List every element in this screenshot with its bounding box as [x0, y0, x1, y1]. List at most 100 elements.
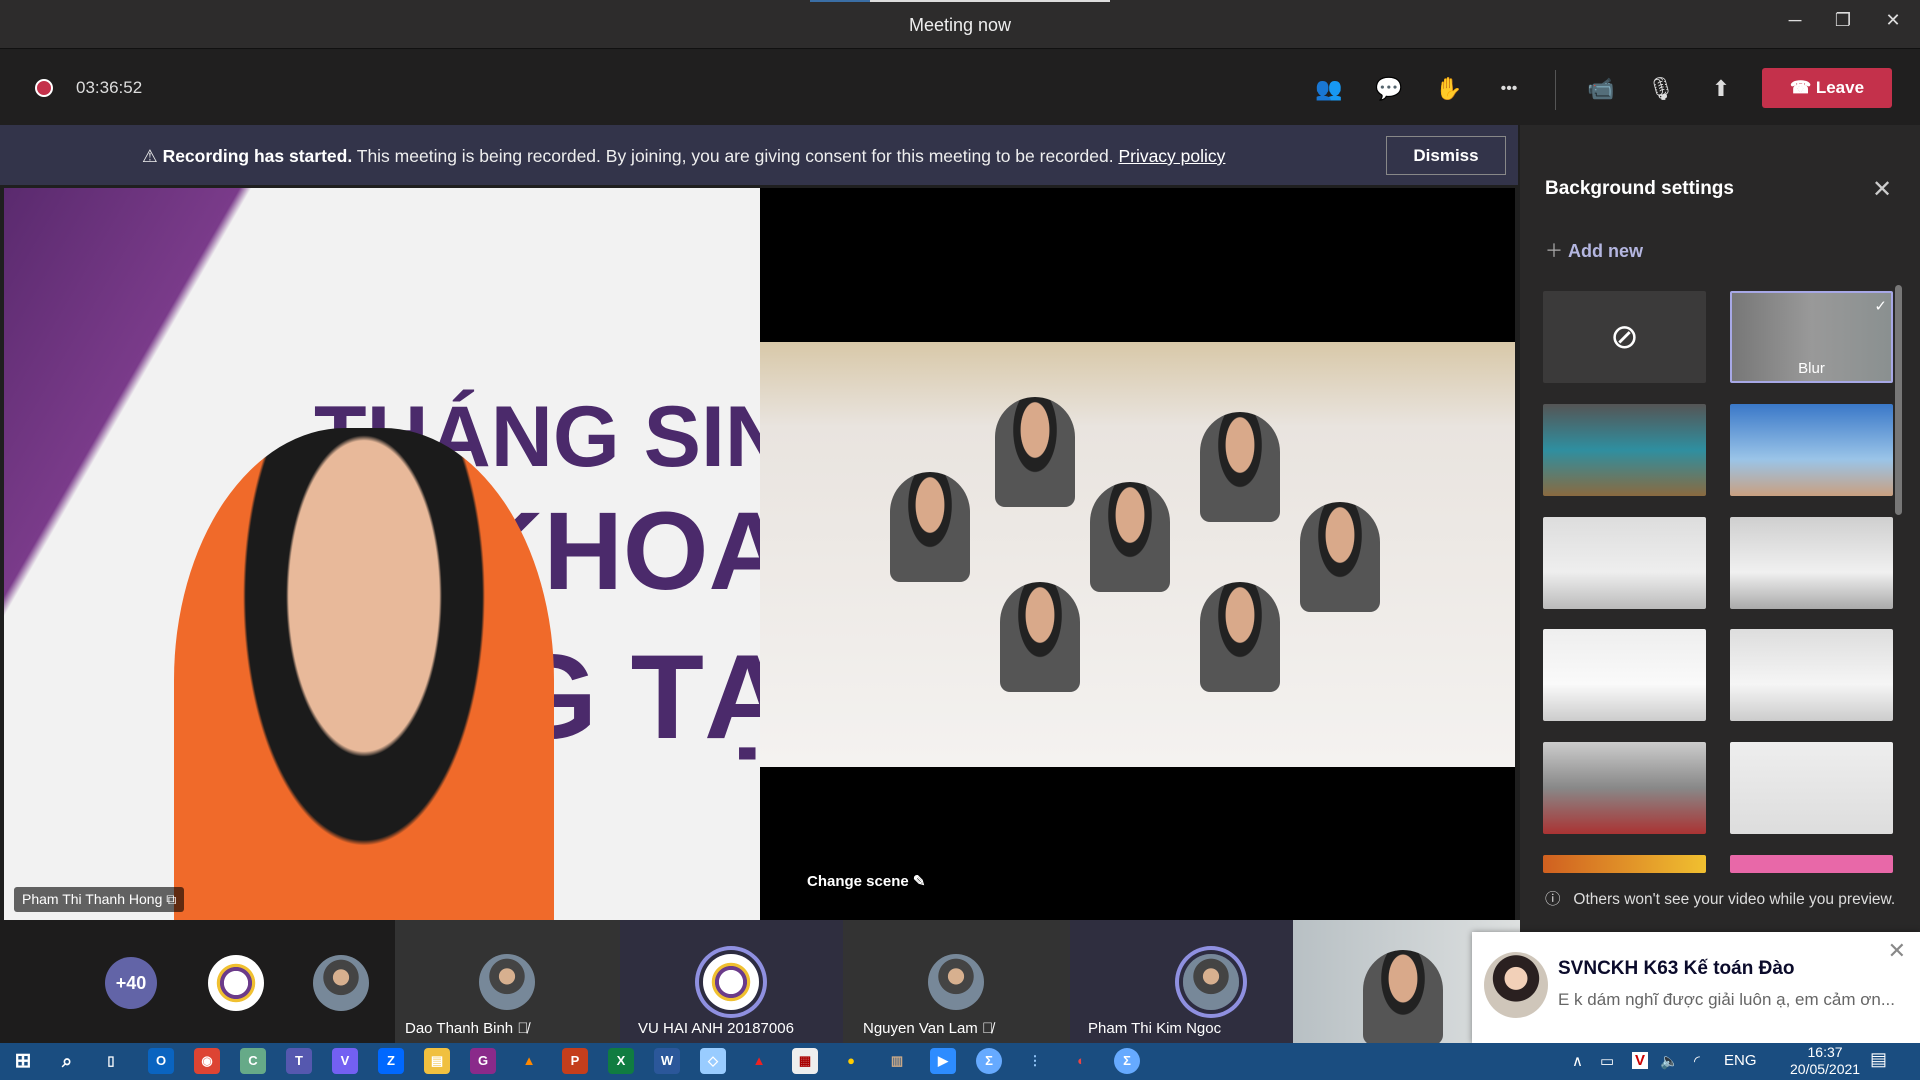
app-icon[interactable]: ◐ [1068, 1048, 1094, 1074]
more-icon[interactable]: ••• [1492, 72, 1526, 106]
wifi-icon[interactable]: ◜ [1694, 1052, 1700, 1070]
divider [1555, 70, 1556, 110]
library-icon[interactable]: ▥ [884, 1048, 910, 1074]
chrome-icon[interactable]: ◉ [194, 1048, 220, 1074]
avatar[interactable] [313, 955, 369, 1011]
together-mode-video[interactable]: Change scene ✎ [760, 188, 1515, 920]
file-explorer-icon[interactable]: ▤ [424, 1048, 450, 1074]
vlc-icon[interactable]: ▲ [516, 1048, 542, 1074]
pencil-icon: ✎ [912, 873, 926, 890]
task-view-icon[interactable]: ▯ [98, 1048, 124, 1074]
restore-button[interactable]: ❐ [1828, 10, 1858, 38]
outlook-icon[interactable]: O [148, 1048, 174, 1074]
check-icon: ✓ [1874, 298, 1887, 315]
reactions-icon[interactable]: ✋ [1432, 72, 1466, 106]
chat-notification-toast[interactable]: SVNCKH K63 Kế toán Đào E k dám nghĩ được… [1472, 932, 1920, 1043]
show-hidden-icons[interactable]: ∧ [1572, 1052, 1583, 1070]
avatar [928, 954, 984, 1010]
battery-icon[interactable]: ▭ [1600, 1052, 1614, 1070]
speaker-name: Pham Thi Thanh Hong [22, 891, 163, 907]
volume-icon[interactable]: 🔈 [1660, 1052, 1679, 1070]
more-participants-button[interactable]: +40 [105, 957, 157, 1009]
toast-message: E k dám nghĩ được giải luôn ạ, em cảm ơn… [1558, 990, 1895, 1009]
antivirus-icon[interactable]: V [1632, 1052, 1649, 1069]
search-icon[interactable]: ⌕ [54, 1048, 80, 1074]
add-new-label: Add new [1568, 241, 1644, 261]
info-text: Others won't see your video while you pr… [1573, 891, 1896, 908]
bg-none-option[interactable]: ⊘ [1543, 291, 1706, 383]
app-icon[interactable]: Σ [1114, 1048, 1140, 1074]
zoom-icon[interactable]: ▶ [930, 1048, 956, 1074]
network-app-icon[interactable]: ⋮ [1022, 1048, 1048, 1074]
bg-loft-option[interactable] [1543, 742, 1706, 834]
dismiss-button[interactable]: Dismiss [1386, 136, 1506, 175]
powerpoint-icon[interactable]: P [562, 1048, 588, 1074]
participant-tile[interactable]: Pham Thi Kim Ngoc [1070, 920, 1293, 1043]
leave-label: Leave [1815, 78, 1865, 97]
clock[interactable]: 16:37 20/05/2021 [1790, 1044, 1860, 1078]
privacy-policy-link[interactable]: Privacy policy [1118, 146, 1225, 166]
notifications-icon[interactable]: ▤ [1870, 1049, 1887, 1070]
chat-icon[interactable]: 💬 [1372, 72, 1406, 106]
close-icon[interactable]: ✕ [1888, 938, 1906, 964]
acrobat-icon[interactable]: ▲ [746, 1048, 772, 1074]
title-bar: Meeting now ─ ❐ ✕ [0, 0, 1920, 49]
participant-tile[interactable]: Dao Thanh Binh 🎙̸ [395, 920, 620, 1043]
warning-icon: ⚠ [142, 146, 163, 166]
mic-off-icon[interactable]: 🎙 [1644, 72, 1678, 106]
participant-tile[interactable]: Nguyen Van Lam 🎙̸ [843, 920, 1070, 1043]
bg-room-option[interactable] [1730, 629, 1893, 721]
background-settings-panel: Background settings ✕ ＋ Add new ⊘ ✓ Blur … [1520, 125, 1920, 1043]
change-scene-button[interactable]: Change scene ✎ [807, 872, 925, 890]
app-icon[interactable]: ● [838, 1048, 864, 1074]
phone-icon: ☎ [1789, 78, 1816, 97]
app-icon[interactable]: G [470, 1048, 496, 1074]
plus-icon: ＋ [1545, 241, 1569, 261]
minimize-button[interactable]: ─ [1780, 10, 1810, 38]
avatar [479, 954, 535, 1010]
word-icon[interactable]: W [654, 1048, 680, 1074]
sender-avatar [1484, 952, 1548, 1018]
auditorium-scene [760, 342, 1515, 767]
close-icon[interactable]: ✕ [1872, 175, 1892, 204]
add-new-button[interactable]: ＋ Add new [1545, 237, 1643, 263]
banner-title: Recording has started. [162, 146, 353, 166]
excel-icon[interactable]: X [608, 1048, 634, 1074]
bg-room-option[interactable] [1543, 517, 1706, 609]
bg-office-option[interactable] [1543, 404, 1706, 496]
teams-icon[interactable]: T [286, 1048, 312, 1074]
share-icon[interactable]: ⬆ [1704, 72, 1738, 106]
participant-name: VU HAI ANH 20187006 [638, 1020, 794, 1037]
toast-title: SVNCKH K63 Kế toán Đào [1558, 958, 1795, 979]
language-indicator[interactable]: ENG [1724, 1052, 1757, 1069]
app-icon[interactable]: C [240, 1048, 266, 1074]
window-title: Meeting now [908, 15, 1012, 35]
app-icon[interactable]: ▦ [792, 1048, 818, 1074]
pin-icon: ⧉ [166, 891, 177, 907]
bg-room-option[interactable] [1543, 629, 1706, 721]
participants-icon[interactable]: 👥 [1312, 72, 1346, 106]
windows-start-icon[interactable]: ⊞ [10, 1048, 36, 1074]
speaker-name-tag: Pham Thi Thanh Hong ⧉ [14, 887, 185, 912]
bg-balloons-option[interactable] [1543, 855, 1706, 873]
close-window-button[interactable]: ✕ [1878, 10, 1908, 38]
clock-time: 16:37 [1807, 1044, 1843, 1060]
bg-room-option[interactable] [1730, 742, 1893, 834]
participant-name: Nguyen Van Lam [863, 1020, 978, 1037]
bg-room-option[interactable] [1730, 517, 1893, 609]
bg-beach-option[interactable] [1730, 404, 1893, 496]
avatar[interactable] [208, 955, 264, 1011]
panel-scrollbar[interactable] [1895, 285, 1902, 515]
leave-button[interactable]: ☎ Leave [1762, 68, 1892, 108]
app-icon[interactable]: ◇ [700, 1048, 726, 1074]
viber-icon[interactable]: V [332, 1048, 358, 1074]
participant-tile[interactable]: VU HAI ANH 20187006 [620, 920, 843, 1043]
recording-icon [35, 79, 53, 97]
bg-confetti-option[interactable] [1730, 855, 1893, 873]
zalo-icon[interactable]: Z [378, 1048, 404, 1074]
camera-icon[interactable]: 📹 [1584, 72, 1618, 106]
speaker-video[interactable]: THÁNG SINH KHOA G TẠO Pham Thi Thanh Hon… [4, 188, 760, 920]
bg-blur-option[interactable]: ✓ Blur [1730, 291, 1893, 383]
no-background-icon: ⊘ [1610, 318, 1639, 356]
app-icon[interactable]: Σ [976, 1048, 1002, 1074]
